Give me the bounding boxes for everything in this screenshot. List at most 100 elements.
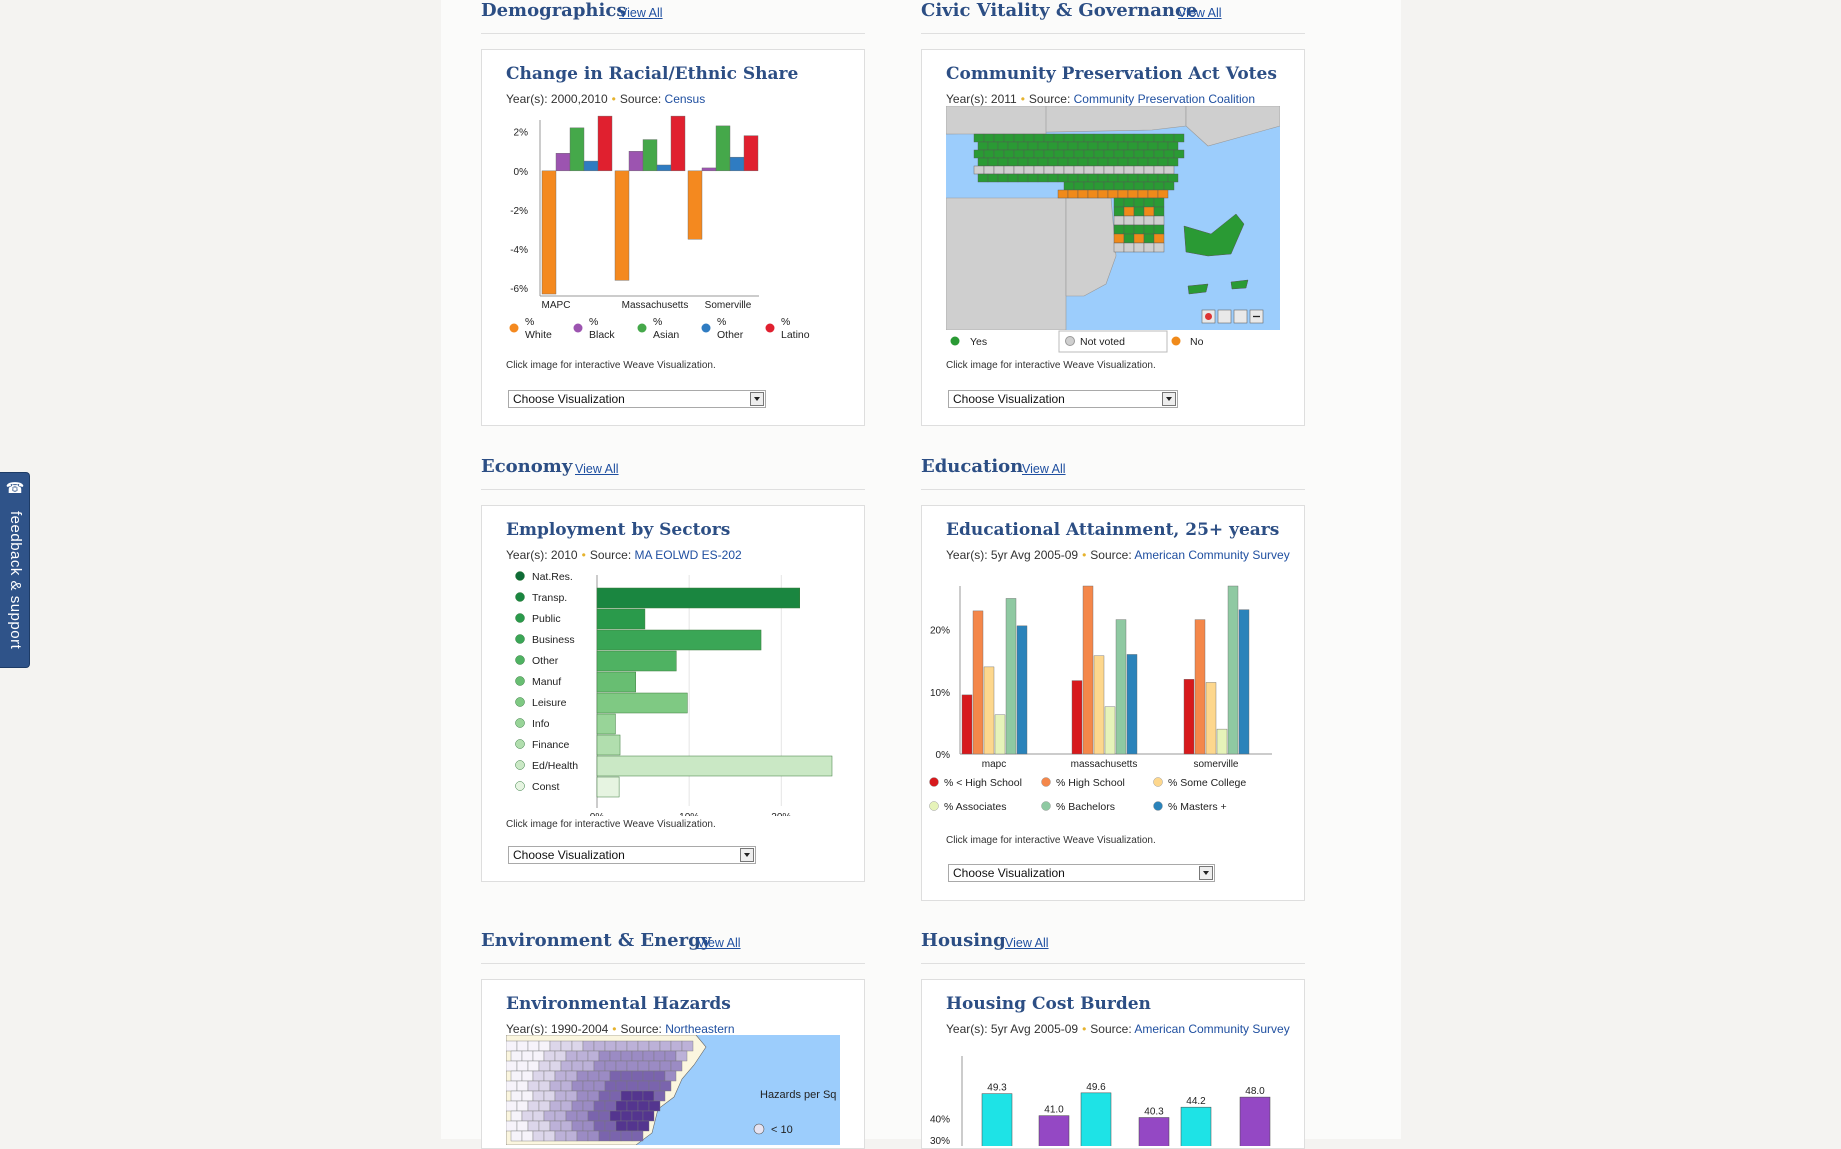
- hazard-cell[interactable]: [631, 1130, 644, 1142]
- hazard-cell[interactable]: [554, 1050, 567, 1062]
- town-cell[interactable]: [1053, 149, 1065, 159]
- town-cell[interactable]: [1097, 173, 1109, 183]
- town-cell[interactable]: [1073, 181, 1085, 191]
- town-cell[interactable]: [1093, 133, 1105, 143]
- hazard-cell[interactable]: [620, 1110, 633, 1122]
- hazard-cell[interactable]: [620, 1050, 633, 1062]
- town-cell[interactable]: [1163, 181, 1175, 191]
- town-cell[interactable]: [1153, 224, 1165, 235]
- town-cell[interactable]: [1107, 157, 1119, 167]
- hazard-cell[interactable]: [543, 1090, 556, 1102]
- hazard-cell[interactable]: [642, 1050, 655, 1062]
- town-cell[interactable]: [1073, 133, 1085, 143]
- hazard-cell[interactable]: [532, 1130, 545, 1142]
- town-cell[interactable]: [1173, 149, 1185, 159]
- town-cell[interactable]: [1143, 215, 1155, 226]
- town-cell[interactable]: [1153, 206, 1165, 217]
- racial-bar[interactable]: [614, 170, 630, 281]
- hazard-cell[interactable]: [609, 1110, 622, 1122]
- sector-bar[interactable]: [596, 755, 833, 777]
- town-cell[interactable]: [1113, 206, 1125, 217]
- hazard-cell[interactable]: [631, 1050, 644, 1062]
- sector-bar[interactable]: [596, 692, 688, 714]
- hazard-cell[interactable]: [642, 1090, 655, 1102]
- town-cell[interactable]: [993, 165, 1005, 175]
- chevron-down-icon[interactable]: [750, 392, 764, 406]
- town-cell[interactable]: [1047, 141, 1059, 151]
- town-cell[interactable]: [1133, 181, 1145, 191]
- town-cell[interactable]: [1067, 173, 1079, 183]
- hazard-cell[interactable]: [598, 1110, 611, 1122]
- hazard-cell[interactable]: [648, 1060, 661, 1072]
- town-cell[interactable]: [1123, 206, 1135, 217]
- source-link[interactable]: American Community Survey: [1134, 548, 1289, 562]
- source-link[interactable]: MA EOLWD ES-202: [635, 548, 742, 562]
- education-bar[interactable]: [1227, 585, 1239, 755]
- hazard-cell[interactable]: [538, 1040, 551, 1052]
- town-cell[interactable]: [1123, 181, 1135, 191]
- education-bar[interactable]: [1205, 682, 1217, 755]
- hazard-cell[interactable]: [510, 1070, 523, 1082]
- hazard-cell[interactable]: [587, 1110, 600, 1122]
- hazard-cell[interactable]: [516, 1120, 529, 1132]
- town-cell[interactable]: [1083, 149, 1095, 159]
- town-cell[interactable]: [1077, 141, 1089, 151]
- hazard-cell[interactable]: [637, 1040, 650, 1052]
- town-cell[interactable]: [1027, 173, 1039, 183]
- feedback-tab[interactable]: ☎ feedback & support: [0, 472, 30, 668]
- education-bar[interactable]: [1183, 679, 1195, 755]
- hazard-cell[interactable]: [549, 1080, 562, 1092]
- view-all-link[interactable]: View All: [697, 936, 741, 950]
- town-cell[interactable]: [1113, 224, 1125, 235]
- town-cell[interactable]: [1113, 197, 1125, 208]
- hazard-cell[interactable]: [565, 1050, 578, 1062]
- card-title[interactable]: Change in Racial/Ethnic Share: [506, 64, 798, 84]
- source-link[interactable]: American Community Survey: [1134, 1022, 1289, 1036]
- choose-visualization-select[interactable]: Choose Visualization: [948, 390, 1178, 408]
- hazard-cell[interactable]: [664, 1070, 677, 1082]
- town-cell[interactable]: [1117, 189, 1129, 199]
- hazards-map[interactable]: Hazards per Sq Mile < 10: [506, 1035, 840, 1145]
- town-cell[interactable]: [1107, 173, 1119, 183]
- town-cell[interactable]: [1053, 165, 1065, 175]
- hazard-cell[interactable]: [543, 1050, 556, 1062]
- town-cell[interactable]: [1103, 165, 1115, 175]
- education-bar[interactable]: [1115, 619, 1127, 755]
- zoom-in-icon[interactable]: [1233, 309, 1248, 324]
- town-cell[interactable]: [1127, 189, 1139, 199]
- hazard-cell[interactable]: [554, 1130, 567, 1142]
- hazard-cell[interactable]: [506, 1120, 518, 1132]
- town-cell[interactable]: [1083, 165, 1095, 175]
- hazard-cell[interactable]: [587, 1050, 600, 1062]
- hazard-cell[interactable]: [609, 1070, 622, 1082]
- town-cell[interactable]: [1143, 165, 1155, 175]
- hazard-cell[interactable]: [582, 1120, 595, 1132]
- hazard-cell[interactable]: [532, 1070, 545, 1082]
- hazard-cell[interactable]: [582, 1060, 595, 1072]
- hazard-cell[interactable]: [527, 1080, 540, 1092]
- town-cell[interactable]: [1163, 133, 1175, 143]
- sector-bar[interactable]: [596, 734, 621, 756]
- housing-bar[interactable]: [1138, 1117, 1170, 1146]
- hazard-cell[interactable]: [670, 1040, 683, 1052]
- education-bar[interactable]: [1082, 585, 1094, 755]
- hazard-cell[interactable]: [615, 1120, 628, 1132]
- racial-bar[interactable]: [656, 164, 672, 172]
- hazard-cell[interactable]: [521, 1070, 534, 1082]
- hazard-cell[interactable]: [565, 1110, 578, 1122]
- town-cell[interactable]: [1023, 133, 1035, 143]
- town-cell[interactable]: [1057, 189, 1069, 199]
- racial-bar[interactable]: [541, 170, 557, 295]
- town-cell[interactable]: [1167, 141, 1179, 151]
- hazard-cell[interactable]: [560, 1080, 573, 1092]
- racial-bar[interactable]: [583, 160, 599, 172]
- source-link[interactable]: Community Preservation Coalition: [1074, 92, 1255, 106]
- hazard-cell[interactable]: [506, 1040, 518, 1052]
- racial-bar[interactable]: [597, 115, 613, 172]
- hazard-cell[interactable]: [631, 1110, 644, 1122]
- choose-visualization-select[interactable]: Choose Visualization: [948, 864, 1215, 882]
- hazard-cell[interactable]: [631, 1090, 644, 1102]
- sector-bar[interactable]: [596, 629, 762, 651]
- hazard-cell[interactable]: [648, 1100, 661, 1112]
- hazard-cell[interactable]: [571, 1060, 584, 1072]
